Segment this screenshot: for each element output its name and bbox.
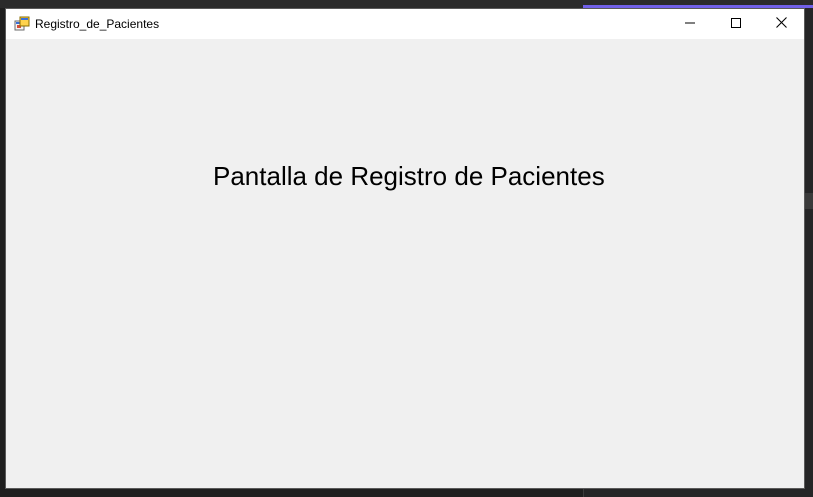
minimize-button[interactable] — [667, 9, 713, 39]
title-bar[interactable]: Registro_de_Pacientes — [6, 9, 804, 39]
form-heading-label: Pantalla de Registro de Pacientes — [213, 161, 605, 191]
ide-side-selected-row — [804, 193, 813, 209]
winforms-app-icon — [14, 16, 30, 32]
close-button[interactable] — [758, 9, 804, 39]
form-window: Registro_de_Pacientes Pantalla de Regist… — [5, 8, 805, 489]
close-icon — [775, 15, 787, 33]
maximize-button[interactable] — [713, 9, 759, 39]
maximize-icon — [731, 15, 741, 33]
minimize-icon — [685, 15, 695, 33]
window-title: Registro_de_Pacientes — [35, 17, 160, 31]
form-client-area: Pantalla de Registro de Pacientes — [6, 39, 804, 488]
